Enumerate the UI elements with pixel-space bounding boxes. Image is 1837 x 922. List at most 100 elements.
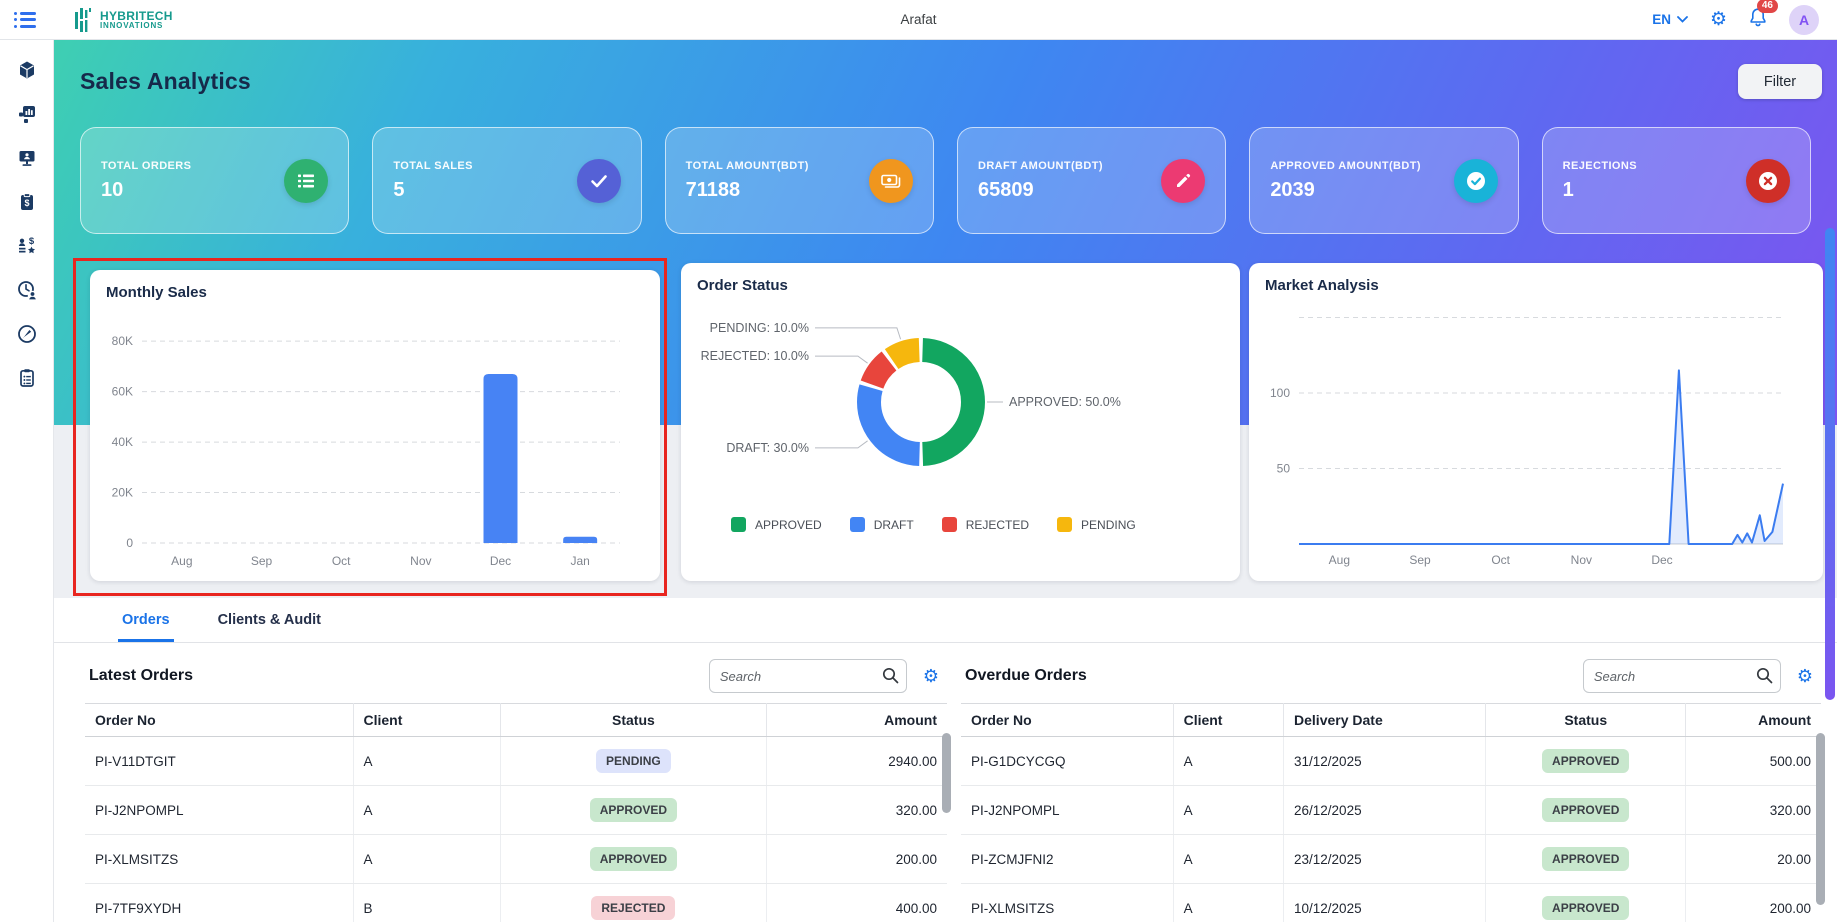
sidebar-item-clipboard-list[interactable] bbox=[15, 368, 39, 388]
time-user-icon bbox=[17, 280, 37, 300]
sidebar-item-monitor-user[interactable] bbox=[15, 148, 39, 168]
column-header-client[interactable]: Client bbox=[353, 704, 500, 737]
table-row[interactable]: PI-J2NPOMPLAAPPROVED320.00 bbox=[85, 786, 947, 835]
legend-swatch bbox=[850, 517, 865, 532]
sidebar-item-clipboard-dollar[interactable]: $ bbox=[15, 192, 39, 212]
column-header-amount[interactable]: Amount bbox=[767, 704, 947, 737]
status-badge: APPROVED bbox=[1542, 896, 1629, 920]
svg-text:Dec: Dec bbox=[1651, 553, 1672, 567]
table-row[interactable]: PI-V11DTGITAPENDING2940.00 bbox=[85, 737, 947, 786]
market-analysis-line-chart[interactable]: 50100AugSepOctNovDec bbox=[1249, 298, 1791, 570]
table-row[interactable]: PI-XLMSITZSAAPPROVED200.00 bbox=[85, 835, 947, 884]
status-badge: PENDING bbox=[596, 749, 671, 773]
table-settings-gear-icon[interactable]: ⚙ bbox=[1797, 667, 1813, 685]
chevron-down-icon bbox=[1677, 16, 1688, 23]
table-row[interactable]: PI-ZCMJFNI2A23/12/2025APPROVED20.00 bbox=[961, 835, 1821, 884]
kpi-label: REJECTIONS bbox=[1563, 160, 1637, 172]
svg-text:Sep: Sep bbox=[251, 554, 273, 568]
table-row[interactable]: PI-XLMSITZSA10/12/2025APPROVED200.00 bbox=[961, 884, 1821, 922]
kpi-value: 5 bbox=[393, 179, 473, 202]
kpi-row: TOTAL ORDERS10TOTAL SALES5TOTAL AMOUNT(B… bbox=[54, 127, 1837, 234]
charts-row: Monthly Sales 020K40K60K80KAugSepOctNovD… bbox=[54, 258, 1837, 596]
cell-amount: 2940.00 bbox=[767, 737, 947, 786]
pencil-icon bbox=[1161, 159, 1205, 203]
tab-orders[interactable]: Orders bbox=[118, 598, 174, 642]
kpi-card-rejections: REJECTIONS1 bbox=[1542, 127, 1811, 234]
brand-logo[interactable]: HYBRITECH INNOVATIONS bbox=[74, 7, 173, 33]
status-badge: APPROVED bbox=[590, 847, 677, 871]
check-icon bbox=[577, 159, 621, 203]
sidebar-item-chart-board[interactable] bbox=[15, 104, 39, 124]
sidebar-item-time-user[interactable] bbox=[15, 280, 39, 300]
table-row[interactable]: PI-7TF9XYDHBREJECTED400.00 bbox=[85, 884, 947, 922]
page-scrollbar[interactable] bbox=[1824, 40, 1837, 922]
cell-delivery-date: 23/12/2025 bbox=[1284, 835, 1486, 884]
sidebar-item-compass-pen[interactable] bbox=[15, 324, 39, 344]
svg-text:$: $ bbox=[24, 198, 29, 208]
column-header-order-no[interactable]: Order No bbox=[961, 704, 1173, 737]
language-label: EN bbox=[1652, 12, 1671, 27]
vertical-scrollbar-thumb[interactable] bbox=[942, 733, 951, 813]
language-selector[interactable]: EN bbox=[1652, 12, 1688, 27]
settings-gear-icon[interactable]: ⚙ bbox=[1710, 10, 1727, 29]
kpi-label: APPROVED AMOUNT(BDT) bbox=[1270, 160, 1421, 172]
column-header-order-no[interactable]: Order No bbox=[85, 704, 353, 737]
market-analysis-title: Market Analysis bbox=[1249, 263, 1823, 298]
legend-item-approved: APPROVED bbox=[731, 517, 822, 532]
kpi-card-draft-amount-bdt: DRAFT AMOUNT(BDT)65809 bbox=[957, 127, 1226, 234]
svg-text:80K: 80K bbox=[112, 334, 133, 348]
notifications-bell[interactable]: 46 bbox=[1749, 7, 1767, 32]
monthly-sales-title: Monthly Sales bbox=[90, 270, 660, 305]
status-badge: REJECTED bbox=[591, 896, 675, 920]
search-input[interactable] bbox=[1583, 659, 1781, 693]
user-name-label: Arafat bbox=[0, 12, 1837, 27]
legend-item-draft: DRAFT bbox=[850, 517, 914, 532]
kpi-value: 2039 bbox=[1270, 179, 1421, 202]
column-header-client[interactable]: Client bbox=[1173, 704, 1283, 737]
legend-swatch bbox=[942, 517, 957, 532]
sidebar-item-cube[interactable] bbox=[15, 60, 39, 80]
topbar: HYBRITECH INNOVATIONS Arafat EN ⚙ 46 A bbox=[0, 0, 1837, 40]
svg-text:50: 50 bbox=[1277, 462, 1291, 476]
legend-swatch bbox=[1057, 517, 1072, 532]
brand-name: HYBRITECH bbox=[100, 10, 173, 22]
svg-text:100: 100 bbox=[1270, 386, 1290, 400]
legend-label: REJECTED bbox=[966, 518, 1029, 532]
svg-text:Aug: Aug bbox=[171, 554, 192, 568]
monitor-user-icon bbox=[17, 148, 37, 168]
svg-text:Jan: Jan bbox=[570, 554, 589, 568]
monthly-sales-bar-chart[interactable]: 020K40K60K80KAugSepOctNovDecJan bbox=[90, 305, 628, 573]
tab-clients-audit[interactable]: Clients & Audit bbox=[214, 598, 325, 642]
svg-text:Nov: Nov bbox=[410, 554, 431, 568]
svg-text:Oct: Oct bbox=[332, 554, 351, 568]
table-row[interactable]: PI-J2NPOMPLA26/12/2025APPROVED320.00 bbox=[961, 786, 1821, 835]
cell-order-no: PI-ZCMJFNI2 bbox=[961, 835, 1173, 884]
status-badge: APPROVED bbox=[1542, 749, 1629, 773]
cell-order-no: PI-G1DCYCGQ bbox=[961, 737, 1173, 786]
brand-mark-icon bbox=[74, 7, 96, 33]
cell-status: APPROVED bbox=[500, 835, 766, 884]
list-icon bbox=[284, 159, 328, 203]
cell-amount: 20.00 bbox=[1686, 835, 1821, 884]
page-scrollbar-thumb[interactable] bbox=[1825, 228, 1835, 700]
cell-client: B bbox=[353, 884, 500, 922]
legend-item-pending: PENDING bbox=[1057, 517, 1136, 532]
svg-text:Dec: Dec bbox=[490, 554, 511, 568]
column-header-amount[interactable]: Amount bbox=[1686, 704, 1821, 737]
kpi-value: 71188 bbox=[686, 179, 809, 202]
order-status-donut-chart[interactable]: APPROVED: 50.0%DRAFT: 30.0%REJECTED: 10.… bbox=[681, 298, 1208, 516]
column-header-status[interactable]: Status bbox=[1486, 704, 1686, 737]
legend-label: APPROVED bbox=[755, 518, 822, 532]
filter-button[interactable]: Filter bbox=[1738, 64, 1822, 99]
cube-icon bbox=[17, 60, 37, 80]
table-settings-gear-icon[interactable]: ⚙ bbox=[923, 667, 939, 685]
avatar[interactable]: A bbox=[1789, 5, 1819, 35]
column-header-delivery-date[interactable]: Delivery Date bbox=[1284, 704, 1486, 737]
cell-delivery-date: 10/12/2025 bbox=[1284, 884, 1486, 922]
overdue-orders-title: Overdue Orders bbox=[965, 667, 1087, 685]
menu-icon[interactable] bbox=[14, 12, 36, 28]
search-input[interactable] bbox=[709, 659, 907, 693]
column-header-status[interactable]: Status bbox=[500, 704, 766, 737]
sidebar-item-payroll[interactable]: $ bbox=[15, 236, 39, 256]
table-row[interactable]: PI-G1DCYCGQA31/12/2025APPROVED500.00 bbox=[961, 737, 1821, 786]
